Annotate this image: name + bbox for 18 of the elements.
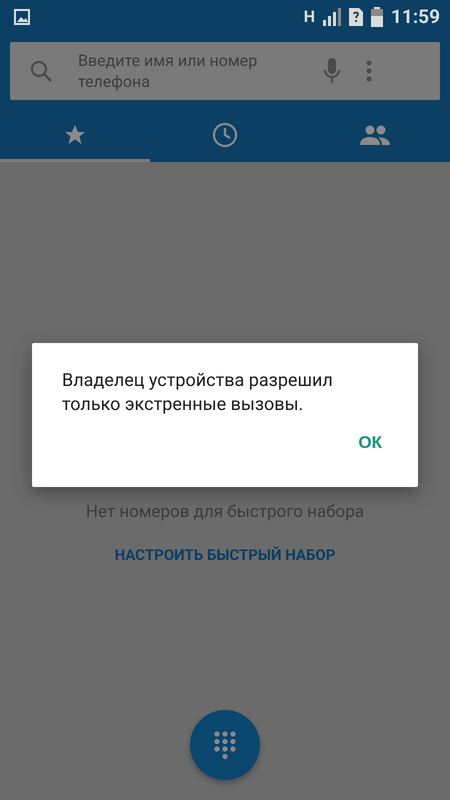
microphone-icon[interactable] xyxy=(324,58,340,84)
signal-icon xyxy=(323,8,342,26)
image-icon xyxy=(14,8,30,24)
search-icon xyxy=(30,60,52,82)
clock-icon xyxy=(212,122,238,148)
search-field[interactable]: Введите имя или номер телефона xyxy=(10,42,440,100)
people-icon xyxy=(360,124,390,144)
dialog-message: Владелец устройства разрешил только экстренные вызовы. xyxy=(62,369,334,417)
dialpad-button[interactable] xyxy=(190,710,260,780)
battery-icon xyxy=(371,6,384,26)
more-icon[interactable] xyxy=(366,60,372,82)
dialpad-icon xyxy=(213,730,237,760)
network-type: H xyxy=(304,7,316,26)
sim-icon xyxy=(349,8,364,26)
setup-link[interactable]: НАСТРОИТЬ БЫСТРЫЙ НАБОР xyxy=(114,546,336,564)
clock-time: 11:59 xyxy=(391,5,440,28)
star-icon xyxy=(63,122,87,146)
ok-button[interactable]: ОК xyxy=(352,429,388,457)
